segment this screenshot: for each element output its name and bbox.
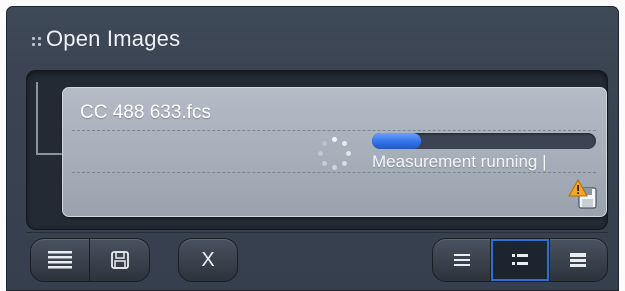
view-mode-group [432,238,608,282]
save-button[interactable] [90,239,149,281]
view-list-button[interactable] [433,239,492,281]
list-view-button[interactable] [31,239,91,281]
view-list-icon [453,254,470,266]
image-filename: CC 488 633.fcs [80,102,211,123]
view-compact-button[interactable] [550,239,607,281]
progress-fill [372,133,422,149]
toolbar-divider [26,232,608,233]
tree-connector-branch [36,153,62,155]
warning-save-icon[interactable] [568,178,598,210]
close-button-label: X [201,248,215,271]
measurement-progress-bar [372,133,596,149]
left-button-group [30,238,150,282]
card-divider [72,130,596,131]
panel-grip-icon[interactable] [32,37,41,46]
view-details-icon [511,254,528,265]
view-compact-icon [570,253,587,267]
close-image-button[interactable]: X [178,238,238,282]
loading-spinner-icon [317,136,353,172]
view-details-button[interactable] [491,239,550,281]
tree-connector [36,82,38,154]
save-icon [110,251,129,269]
measurement-status: Measurement running | [372,152,547,171]
panel-title: Open Images [46,26,181,51]
list-view-icon [48,251,72,269]
